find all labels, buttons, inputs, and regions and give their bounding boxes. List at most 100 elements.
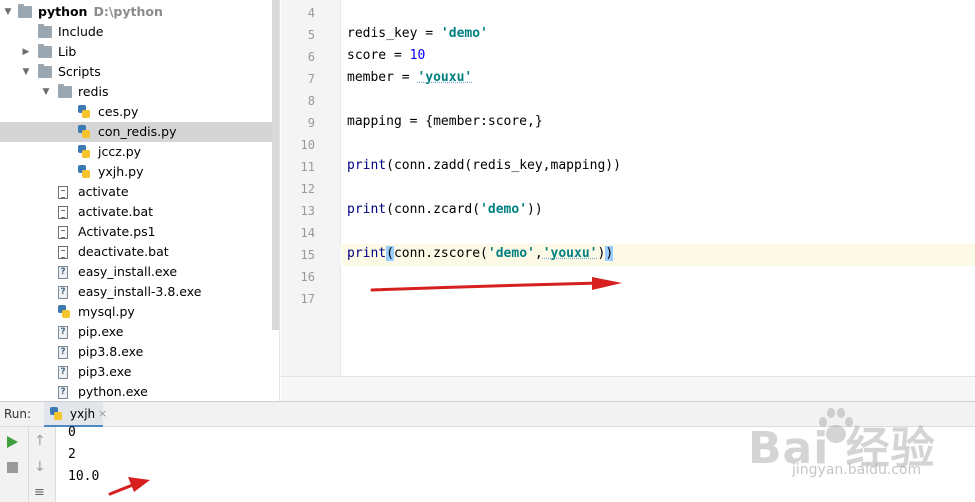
line-number: 10 [300,138,315,152]
text-file-icon [58,246,68,259]
tree-item-label: Lib [58,44,77,59]
folder-icon [38,64,52,78]
code-line-11[interactable]: print(conn.zadd(redis_key,mapping)) [347,158,621,173]
baidu-jingyan-watermark: Bai 经验 jingyan.baidu.com [748,400,970,500]
line-number: 15 [300,248,315,262]
tree-item[interactable]: activate [0,182,272,202]
watermark-url: jingyan.baidu.com [792,462,922,478]
console-output-line: 10.0 [68,469,100,484]
line-number: 13 [300,204,315,218]
tree-scrollbar[interactable] [272,0,279,330]
tree-item-label: Include [58,24,104,39]
tree-item-label: activate.bat [78,204,154,219]
tree-root-python[interactable]: ▼ python D:\python [0,2,272,22]
python-file-icon [78,145,90,159]
tree-item-label: activate [78,184,129,199]
tree-item-label: pip.exe [78,324,124,339]
tree-item-label: yxjh.py [98,164,144,179]
tree-item[interactable]: ▶ Lib [0,42,272,62]
code-line-7[interactable]: member = 'youxu' [347,70,472,85]
python-file-icon [58,305,70,319]
code-line-6[interactable]: score = 10 [347,48,425,63]
unknown-file-icon: ? [58,326,68,339]
code-editor[interactable]: 4 5 6 7 8 9 10 11 12 13 14 15 16 17 redis_key = 'demo… [281,0,975,401]
project-path: D:\python [93,4,163,19]
tree-item[interactable]: ? easy_install.exe [0,262,272,282]
code-line-9[interactable]: mapping = {member:score,} [347,114,543,129]
editor-horizontal-area [281,376,975,401]
tree-item-label: easy_install.exe [78,264,178,279]
tree-item-label: easy_install-3.8.exe [78,284,202,299]
close-icon[interactable]: × [98,407,107,420]
folder-icon [18,4,32,18]
run-tab-yxjh[interactable]: yxjh [44,402,104,427]
run-tab-label: yxjh [70,407,96,421]
chevron-down-icon[interactable]: ▼ [20,62,32,82]
line-number: 17 [300,292,315,306]
python-file-icon [78,125,90,139]
line-number: 6 [307,50,315,64]
code-line-13[interactable]: print(conn.zcard('demo')) [347,202,543,217]
code-line-5[interactable]: redis_key = 'demo' [347,26,488,41]
tree-item[interactable]: Include [0,22,272,42]
line-number: 7 [307,72,315,86]
tree-item[interactable]: ? easy_install-3.8.exe [0,282,272,302]
text-file-icon [58,186,68,199]
chevron-down-icon[interactable]: ▼ [40,82,52,102]
soft-wrap-icon[interactable]: ≡ [34,485,45,500]
tree-item-label: python.exe [78,384,148,399]
stop-icon[interactable] [7,462,18,473]
chevron-down-icon[interactable]: ▼ [2,2,14,22]
tree-item-label: mysql.py [78,304,135,319]
tree-item[interactable]: ? pip3.exe [0,362,272,382]
python-file-icon [50,407,62,421]
paw-icon [819,408,853,443]
unknown-file-icon: ? [58,266,68,279]
tree-item[interactable]: jccz.py [0,142,272,162]
line-number: 11 [300,160,315,174]
tree-item-label: redis [78,84,109,99]
tree-item[interactable]: activate.bat [0,202,272,222]
tree-item[interactable]: deactivate.bat [0,242,272,262]
console-output-line: 2 [68,447,76,462]
python-file-icon [78,165,90,179]
chevron-right-icon[interactable]: ▶ [20,42,32,62]
project-name: python [38,4,88,19]
console-output-line: 0 [68,425,76,440]
arrow-down-icon[interactable]: ↓ [34,459,46,475]
unknown-file-icon: ? [58,366,68,379]
unknown-file-icon: ? [58,346,68,359]
tree-item[interactable]: ces.py [0,102,272,122]
line-number: 4 [307,6,315,20]
arrow-up-icon[interactable]: ↑ [34,433,46,449]
tree-item[interactable]: ? pip.exe [0,322,272,342]
line-number: 12 [300,182,315,196]
red-arrow-output [108,477,150,496]
folder-icon [38,44,52,58]
tree-item[interactable]: ? pip3.8.exe [0,342,272,362]
python-file-icon [78,105,90,119]
text-file-icon [58,206,68,219]
text-file-icon [58,226,68,239]
folder-icon [38,24,52,38]
tree-item[interactable]: ? python.exe [0,382,272,401]
tree-item[interactable]: yxjh.py [0,162,272,182]
tree-item[interactable]: mysql.py [0,302,272,322]
line-number: 14 [300,226,315,240]
tree-item-label: Scripts [58,64,101,79]
tree-item[interactable]: ▼ redis [0,82,272,102]
tree-item-label: Activate.ps1 [78,224,156,239]
line-number: 8 [307,94,315,108]
rerun-icon[interactable] [7,436,18,448]
tree-item[interactable]: Activate.ps1 [0,222,272,242]
run-label: Run: [4,407,32,421]
folder-icon [58,84,72,98]
code-line-15[interactable]: print(conn.zscore('demo','youxu')) [347,246,614,261]
line-number: 5 [307,28,315,42]
tree-item-label: deactivate.bat [78,244,169,259]
tree-item-label: con_redis.py [98,124,177,139]
tree-item[interactable]: con_redis.py [0,122,272,142]
tree-item[interactable]: ▼ Scripts [0,62,272,82]
line-number: 9 [307,116,315,130]
line-number: 16 [300,270,315,284]
